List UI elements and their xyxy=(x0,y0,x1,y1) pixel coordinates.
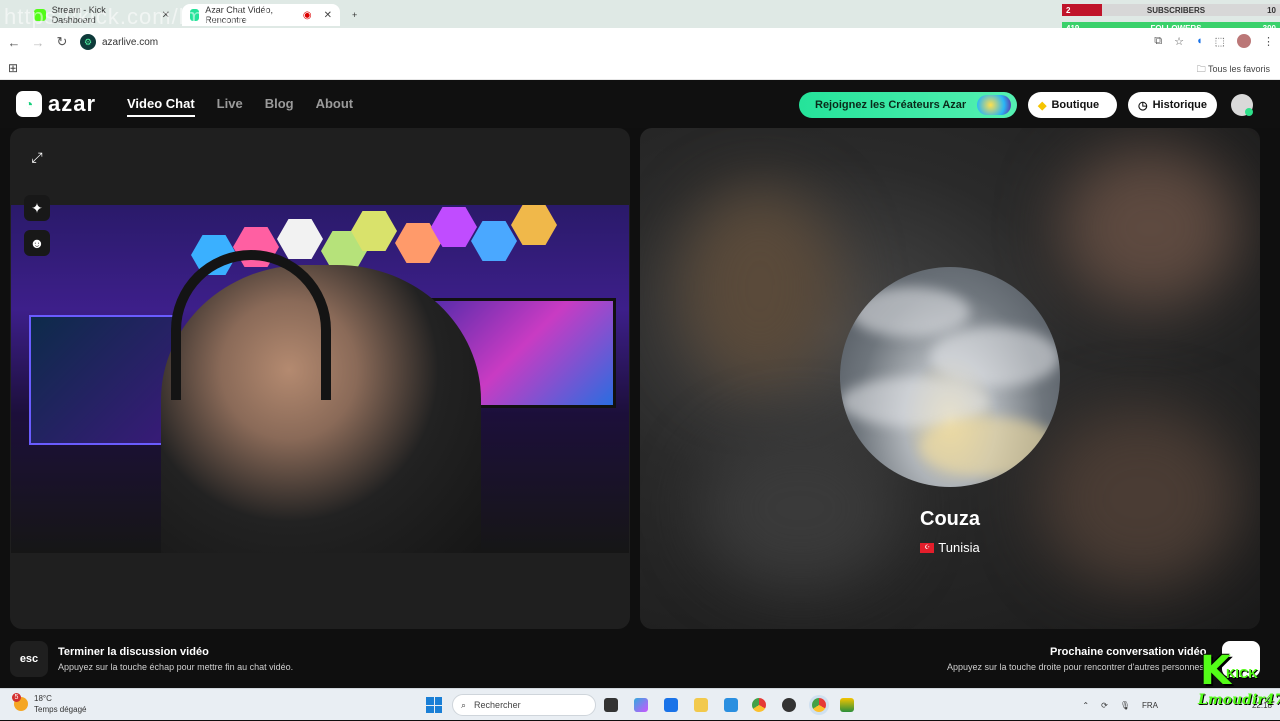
cast-icon[interactable]: ⧉ xyxy=(1154,35,1162,48)
creators-emoji-icon xyxy=(977,95,1011,115)
peer-name: Couza xyxy=(920,508,980,530)
audio-icon[interactable]: ◖ xyxy=(1196,35,1203,47)
taskbar-search[interactable]: ⌕ Rechercher xyxy=(452,694,596,716)
light-panel xyxy=(277,219,323,259)
site-info-icon[interactable]: ⚙ xyxy=(80,34,96,50)
end-chat-hint: Appuyez sur la touche échap pour mettre … xyxy=(58,662,294,672)
task-view-icon[interactable] xyxy=(604,698,618,712)
diamond-icon: ◆ xyxy=(1038,99,1047,112)
back-arrow-icon[interactable]: ← xyxy=(4,32,24,52)
nav-about[interactable]: About xyxy=(316,96,354,117)
headset xyxy=(171,250,331,400)
esc-key-button[interactable]: esc xyxy=(10,641,48,677)
face-filter-icon[interactable]: ☻ xyxy=(24,230,50,256)
chevron-up-icon[interactable]: ⌃ xyxy=(1082,701,1089,710)
end-chat-title: Terminer la discussion vidéo xyxy=(58,646,209,658)
peer-panel: Couza ☪ Tunisia xyxy=(640,128,1260,629)
site-header: ◔ azar Video Chat Live Blog About Rejoig… xyxy=(0,80,1280,128)
peer-country-label: Tunisia xyxy=(938,540,980,555)
shop-label: Boutique xyxy=(1051,99,1100,111)
next-chat-title: Prochaine conversation vidéo xyxy=(1050,646,1207,658)
light-panel xyxy=(471,221,517,261)
blurred-background xyxy=(680,188,840,388)
search-icon: ⌕ xyxy=(461,699,467,710)
chrome-active-icon[interactable] xyxy=(812,698,826,712)
blurred-background xyxy=(1060,148,1240,308)
peer-country: ☪ Tunisia xyxy=(640,540,1260,555)
kick-brand: KICK xyxy=(1226,666,1258,681)
azar-logo[interactable]: ◔ azar xyxy=(16,91,96,117)
url-field[interactable]: ⚙ azarlive.com xyxy=(80,34,158,50)
blurred-background xyxy=(1040,408,1240,588)
peer-avatar xyxy=(840,267,1060,487)
cloud xyxy=(930,327,1060,387)
copilot-icon[interactable] xyxy=(634,698,648,712)
shop-button[interactable]: ◆ Boutique xyxy=(1028,92,1117,118)
next-chat-hint: Appuyez sur la touche droite pour rencon… xyxy=(947,662,1207,672)
weather-sun-icon: 5 xyxy=(12,693,28,711)
windows-taskbar: 5 18°C Temps dégagé ⌕ Rechercher ⌃ ⟳ 🎙 F… xyxy=(0,688,1280,720)
sync-icon[interactable]: ⟳ xyxy=(1101,701,1108,710)
browser-tab-strip: Stream - Kick Dashboard ✕ Azar Chat Vidé… xyxy=(0,0,1280,34)
subscribers-count: 2 xyxy=(1062,4,1102,16)
subscribers-goal: 10 xyxy=(1267,5,1276,15)
temperature: 18°C xyxy=(34,694,52,703)
bookmarks-bar: ⊞ 🗀 Tous les favoris xyxy=(0,56,1280,80)
all-bookmarks[interactable]: 🗀 Tous les favoris xyxy=(1197,62,1270,78)
light-panel xyxy=(511,205,557,245)
search-placeholder: Rechercher xyxy=(474,700,521,710)
tunisia-flag-icon: ☪ xyxy=(920,542,935,553)
apps-grid-icon[interactable]: ⊞ xyxy=(8,61,18,75)
stream-url-overlay: https://kick.com/lmoudir47 xyxy=(4,4,285,29)
streamer-name: Lmoudir47 xyxy=(1198,692,1280,708)
gaming-pc xyxy=(29,315,179,445)
weather-badge: 5 xyxy=(12,693,21,702)
new-tab-button[interactable]: + xyxy=(344,4,364,26)
join-creators-label: Rejoignez les Créateurs Azar xyxy=(815,99,967,111)
logo-text: azar xyxy=(48,91,97,116)
recording-icon: ◉ xyxy=(302,9,312,21)
history-button[interactable]: ◷ Historique xyxy=(1128,92,1217,118)
online-status-dot xyxy=(1245,108,1253,116)
obs-icon[interactable] xyxy=(782,698,796,712)
all-bookmarks-label: Tous les favoris xyxy=(1207,64,1270,74)
address-bar-actions: ⧉ ☆ ◖ ⬚ ⋮ xyxy=(1154,34,1274,48)
notes-icon[interactable] xyxy=(724,698,738,712)
subscribers-goal-bar: 2 SUBSCRIBERS 10 xyxy=(1062,4,1280,16)
weather-text: 18°C Temps dégagé xyxy=(34,693,86,715)
nav-blog[interactable]: Blog xyxy=(265,96,294,117)
close-tab-icon[interactable]: ✕ xyxy=(324,10,332,21)
bookmark-star-icon[interactable]: ☆ xyxy=(1174,35,1184,48)
cloud xyxy=(850,287,970,337)
store-icon[interactable] xyxy=(664,698,678,712)
address-bar: ← → ↻ ⚙ azarlive.com ⧉ ☆ ◖ ⬚ ⋮ xyxy=(0,28,1280,56)
subscribers-label: SUBSCRIBERS xyxy=(1146,5,1206,15)
language-indicator[interactable]: FRA xyxy=(1142,701,1158,710)
nav-live[interactable]: Live xyxy=(217,96,243,117)
chrome-icon[interactable] xyxy=(752,698,766,712)
microphone-icon[interactable]: 🎙 xyxy=(1120,701,1130,710)
file-explorer-icon[interactable] xyxy=(694,698,708,712)
forward-arrow-icon[interactable]: → xyxy=(28,32,48,52)
windows-start-icon[interactable] xyxy=(426,697,442,713)
weather-widget[interactable]: 5 18°C Temps dégagé xyxy=(12,693,86,715)
cloud xyxy=(920,417,1060,477)
url-text: azarlive.com xyxy=(102,36,159,48)
main-nav: Video Chat Live Blog About xyxy=(127,96,353,117)
browser-menu-icon[interactable]: ⋮ xyxy=(1263,35,1274,48)
local-camera-feed xyxy=(11,205,629,553)
expand-icon[interactable]: ⤢ xyxy=(24,144,50,170)
app-icon[interactable] xyxy=(840,698,854,712)
azar-logo-icon: ◔ xyxy=(16,91,42,117)
history-label: Historique xyxy=(1152,99,1208,111)
reload-icon[interactable]: ↻ xyxy=(52,32,72,52)
sparkle-effects-icon[interactable]: ✦ xyxy=(24,195,50,221)
weather-condition: Temps dégagé xyxy=(34,705,87,714)
extensions-icon[interactable]: ⬚ xyxy=(1215,35,1225,48)
clock-icon: ◷ xyxy=(1138,99,1148,112)
join-creators-button[interactable]: Rejoignez les Créateurs Azar xyxy=(799,92,1017,118)
nav-video-chat[interactable]: Video Chat xyxy=(127,96,195,117)
kick-overlay-logo: K KICK Lmoudir47 xyxy=(1196,648,1280,714)
profile-avatar[interactable] xyxy=(1237,34,1251,48)
